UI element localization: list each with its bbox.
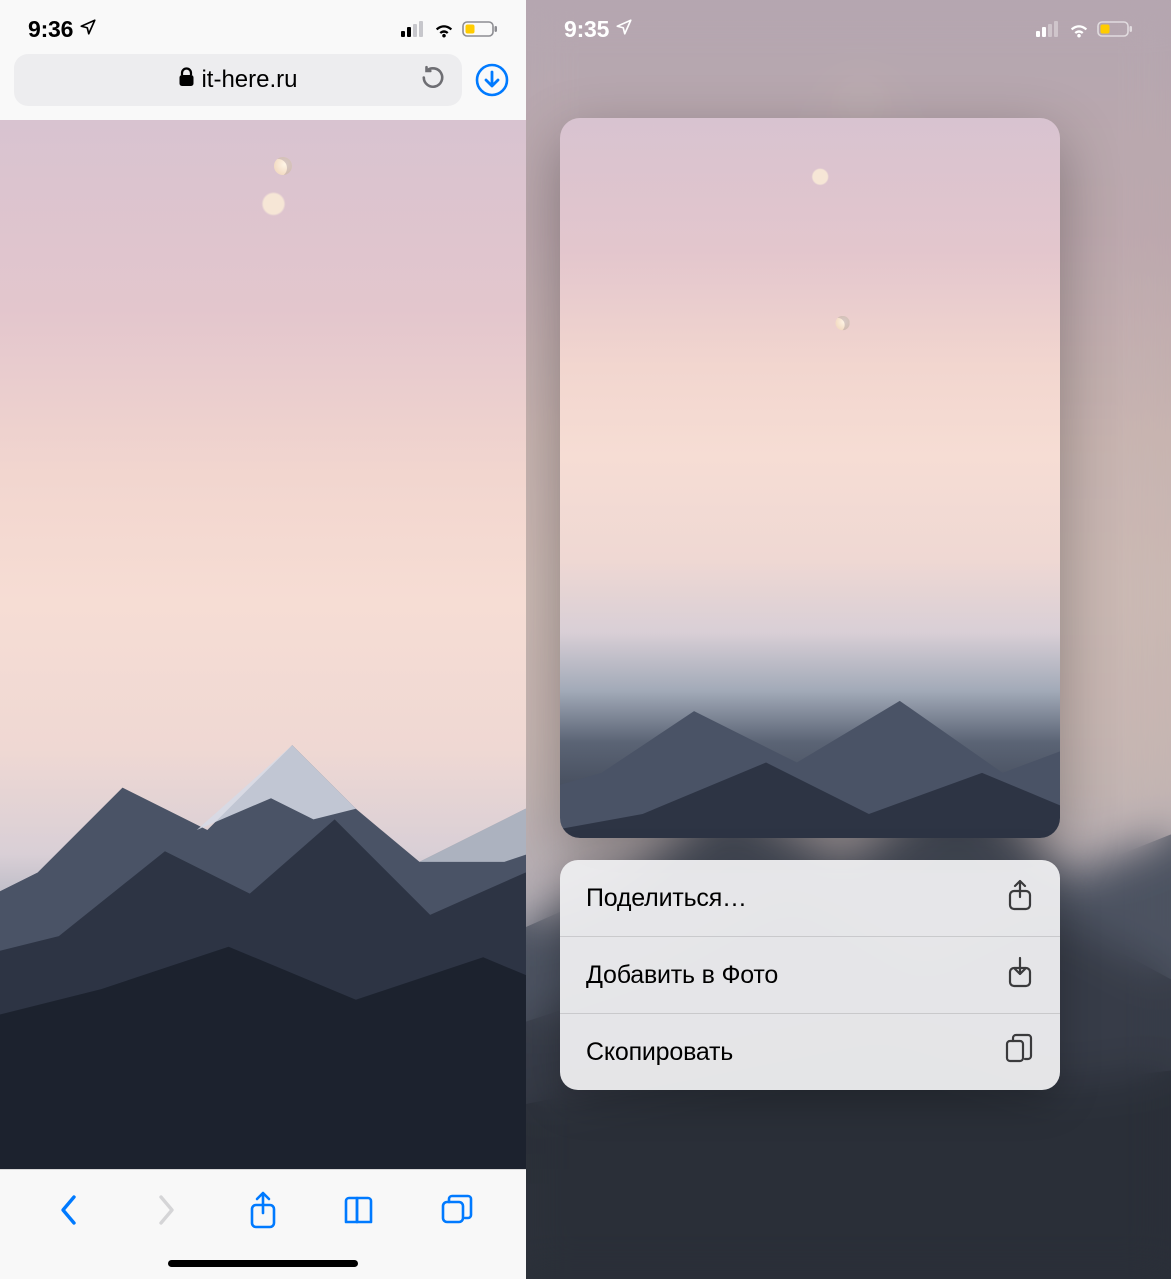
home-indicator[interactable] [168, 1260, 358, 1267]
forward-button [144, 1188, 188, 1232]
menu-add-to-photos[interactable]: Добавить в Фото [560, 936, 1060, 1013]
tabs-button[interactable] [435, 1188, 479, 1232]
menu-copy[interactable]: Скопировать [560, 1013, 1060, 1090]
status-icons [401, 20, 498, 38]
url-domain: it-here.ru [201, 66, 297, 94]
lock-icon [178, 66, 195, 94]
menu-label: Поделиться… [586, 884, 747, 913]
phone-safari: 9:36 [0, 0, 526, 1279]
status-time: 9:35 [564, 16, 609, 43]
menu-label: Скопировать [586, 1038, 733, 1067]
battery-icon [1097, 20, 1133, 38]
battery-icon [462, 20, 498, 38]
phone-context-menu: 9:35 [526, 0, 1171, 1279]
back-button[interactable] [47, 1188, 91, 1232]
cellular-icon [401, 21, 426, 37]
url-bar-row: it-here.ru [0, 50, 526, 120]
share-icon [1006, 879, 1034, 918]
status-bar: 9:35 [526, 0, 1171, 50]
status-time: 9:36 [28, 16, 73, 43]
context-menu: Поделиться… Добавить в Фото Скопировать [560, 860, 1060, 1090]
reload-button[interactable] [420, 65, 446, 96]
menu-share[interactable]: Поделиться… [560, 860, 1060, 936]
download-icon [1006, 956, 1034, 995]
menu-label: Добавить в Фото [586, 961, 778, 990]
status-icons [1036, 20, 1133, 38]
bookmarks-button[interactable] [338, 1188, 382, 1232]
cellular-icon [1036, 21, 1061, 37]
copy-icon [1004, 1033, 1034, 1072]
location-icon [79, 18, 97, 41]
location-icon [615, 18, 633, 41]
downloads-button[interactable] [472, 62, 512, 98]
url-bar[interactable]: it-here.ru [14, 54, 462, 106]
image-preview[interactable] [560, 118, 1060, 838]
share-button[interactable] [241, 1188, 285, 1232]
status-bar: 9:36 [0, 0, 526, 50]
page-content-image[interactable] [0, 120, 526, 1169]
wifi-icon [432, 20, 456, 38]
wifi-icon [1067, 20, 1091, 38]
